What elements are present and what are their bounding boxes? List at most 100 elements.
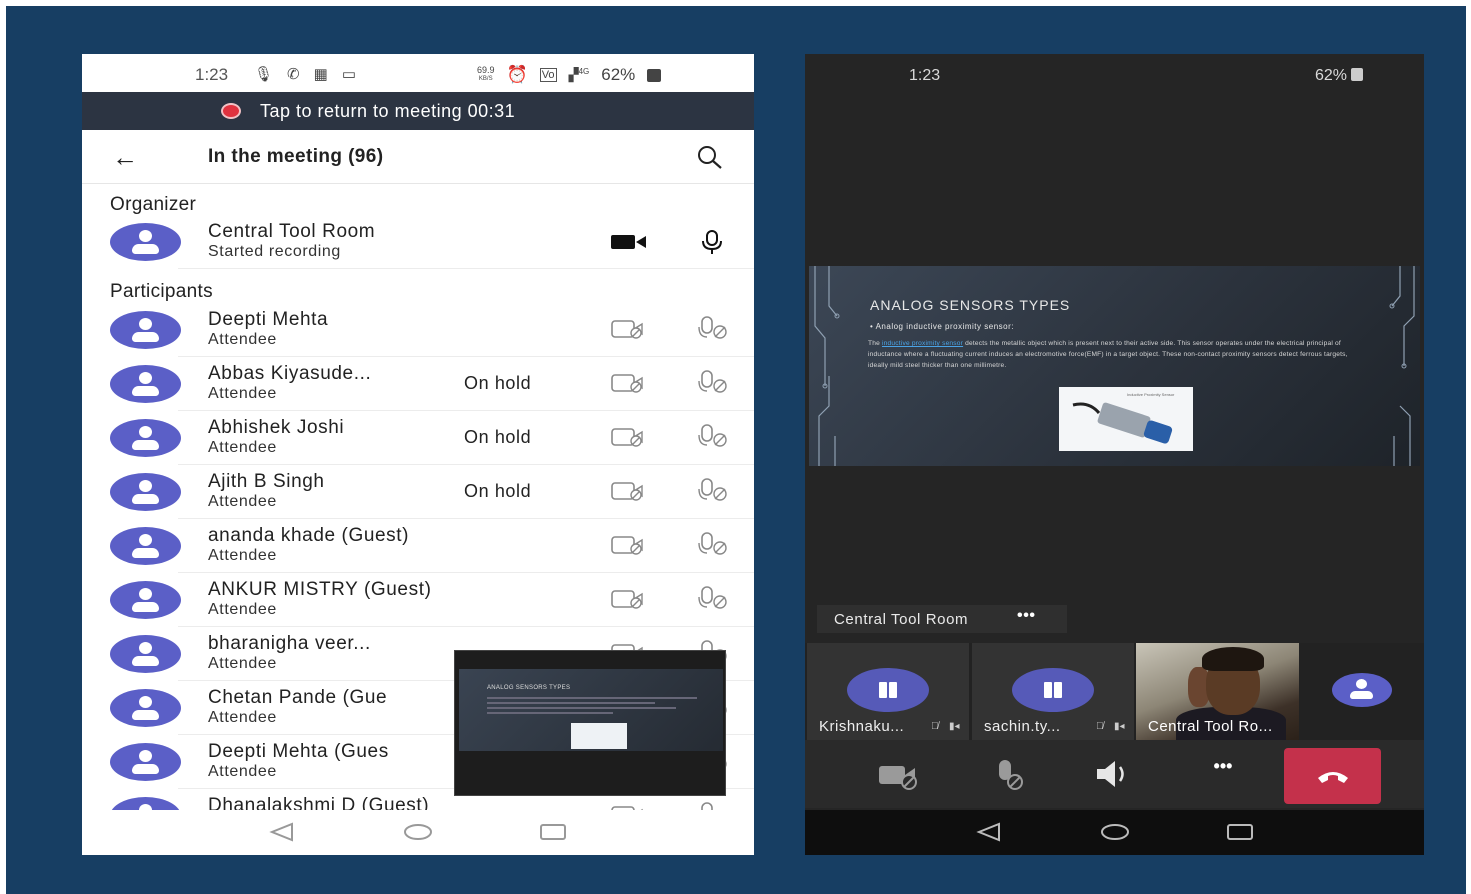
participant-name: Abbas Kiyasude...: [208, 363, 372, 384]
presenter-name: Central Tool Room: [834, 611, 969, 628]
avatar: [110, 473, 181, 511]
participant-row[interactable]: ananda khade (Guest) Attendee: [82, 519, 754, 573]
participant-tile[interactable]: sachin.ty... 🎙̸ ▮◂: [972, 643, 1134, 740]
participants-heading: Participants: [110, 281, 213, 302]
avatar: [110, 365, 181, 403]
avatar: [110, 419, 181, 457]
sensor-image: Inductive Proximity Sensor: [1059, 387, 1193, 451]
participant-row[interactable]: Deepti Mehta Attendee: [82, 303, 754, 357]
back-arrow-icon[interactable]: ←: [112, 142, 138, 173]
tile-label: Krishnaku...: [819, 718, 905, 735]
participants-header: ← In the meeting (96): [82, 130, 754, 184]
search-icon[interactable]: [694, 144, 724, 170]
participants-screen: 1:23 🎙 ✆ ▦ ▭ 69.9 KB/S ⏰ Vo ▞4G 62% Tap …: [82, 54, 754, 855]
mic-off-icon: [696, 423, 732, 449]
nav-home-icon[interactable]: [1099, 822, 1131, 842]
avatar: [110, 581, 181, 619]
on-hold-status: On hold: [464, 481, 532, 501]
participant-status: Started recording: [208, 243, 341, 260]
meeting-pip-window[interactable]: ANALOG SENSORS TYPES: [454, 650, 726, 796]
participant-role: Attendee: [208, 655, 277, 672]
more-options-button[interactable]: •••: [1195, 756, 1251, 796]
mic-off-icon: [696, 369, 732, 395]
participant-name: Deepti Mehta (Gues: [208, 741, 389, 762]
slide-bullet: • Analog inductive proximity sensor:: [870, 322, 1014, 331]
participant-row[interactable]: Ajith B Singh Attendee On hold: [82, 465, 754, 519]
participant-row[interactable]: Abbas Kiyasude... Attendee On hold: [82, 357, 754, 411]
participant-role: Attendee: [208, 601, 277, 618]
recording-dot-icon: [221, 103, 241, 119]
mic-off-icon: [696, 531, 732, 557]
nav-recents-icon[interactable]: [538, 822, 568, 842]
organizer-heading: Organizer: [110, 194, 197, 215]
video-tile[interactable]: Central Tool Ro...: [1136, 643, 1299, 740]
page-title: In the meeting (96): [208, 146, 384, 167]
participant-row[interactable]: ANKUR MISTRY (Guest) Attendee: [82, 573, 754, 627]
participant-name: Central Tool Room: [208, 221, 376, 242]
status-time: 1:23: [195, 65, 229, 84]
initials-avatar: [1012, 668, 1094, 712]
slide-title: ANALOG SENSORS TYPES: [870, 297, 1071, 313]
participant-role: Attendee: [208, 709, 277, 726]
camera-off-button[interactable]: [873, 754, 929, 794]
hang-up-icon: [1318, 772, 1348, 783]
video-camera-icon[interactable]: [610, 233, 648, 251]
presenter-more-icon[interactable]: •••: [1017, 607, 1036, 625]
android-nav-bar: [805, 810, 1424, 855]
network-speed: 69.9 KB/S: [477, 65, 495, 83]
participant-role: Attendee: [208, 439, 277, 456]
participant-name: bharanigha veer...: [208, 633, 371, 654]
speaker-button[interactable]: [1087, 754, 1143, 794]
battery-icon: [647, 68, 662, 82]
return-to-meeting-banner[interactable]: Tap to return to meeting 00:31: [82, 92, 754, 130]
mic-off-icon: [696, 315, 732, 341]
participant-role: Attendee: [208, 763, 277, 780]
tile-label: sachin.ty...: [984, 718, 1061, 735]
microphone-icon[interactable]: [698, 229, 726, 255]
participant-name: Ajith B Singh: [208, 471, 325, 492]
shared-slide[interactable]: ANALOG SENSORS TYPES • Analog inductive …: [809, 266, 1420, 466]
avatar: [110, 311, 181, 349]
image-status-icon: ▭: [341, 66, 356, 83]
android-nav-bar: [82, 810, 754, 855]
slide-link: inductive proximity sensor: [882, 340, 964, 347]
camera-off-icon: [610, 588, 646, 610]
nav-back-icon[interactable]: [268, 822, 296, 842]
nav-back-icon[interactable]: [975, 822, 1003, 842]
alarm-icon: ⏰: [506, 65, 528, 84]
battery-text: 62%: [601, 65, 636, 84]
camera-off-icon: ▮◂: [1114, 721, 1125, 732]
avatar: [110, 223, 181, 261]
participant-row[interactable]: Abhishek Joshi Attendee On hold: [82, 411, 754, 465]
mute-button[interactable]: [981, 754, 1037, 794]
phone-status-icon: ✆: [287, 66, 300, 83]
participant-name: ananda khade (Guest): [208, 525, 410, 546]
muted-mic-icon: 🎙̸: [1096, 721, 1104, 732]
participant-name: Chetan Pande (Gue: [208, 687, 388, 708]
mic-status-icon: 🎙: [254, 66, 274, 83]
pip-sensor-image: [571, 723, 627, 749]
participant-role: Attendee: [208, 331, 277, 348]
teams-status-icon: ▦: [313, 66, 328, 83]
camera-off-icon: [610, 534, 646, 556]
tile-label: Central Tool Ro...: [1148, 718, 1273, 735]
camera-off-icon: [610, 372, 646, 394]
organizer-row[interactable]: Central Tool Room Started recording: [82, 215, 754, 269]
avatar: [110, 527, 181, 565]
on-hold-status: On hold: [464, 427, 532, 447]
call-controls: •••: [805, 740, 1424, 808]
self-avatar[interactable]: [1332, 673, 1392, 707]
participant-tile[interactable]: Krishnaku... 🎙̸ ▮◂: [807, 643, 969, 740]
nav-recents-icon[interactable]: [1225, 822, 1255, 842]
mic-off-icon: [696, 477, 732, 503]
avatar: [110, 743, 181, 781]
hang-up-button[interactable]: [1284, 748, 1381, 804]
camera-off-icon: ▮◂: [949, 721, 960, 732]
presenter-label[interactable]: Central Tool Room •••: [817, 605, 1067, 633]
meeting-screen: 1:23 62% ANALOG SENSORS TYPES • Analog i…: [805, 54, 1424, 855]
mic-off-icon: [696, 585, 732, 611]
nav-home-icon[interactable]: [402, 822, 434, 842]
participant-name: ANKUR MISTRY (Guest): [208, 579, 432, 600]
pip-slide-title: ANALOG SENSORS TYPES: [487, 685, 571, 691]
status-bar-dark: 1:23 62%: [805, 54, 1424, 94]
